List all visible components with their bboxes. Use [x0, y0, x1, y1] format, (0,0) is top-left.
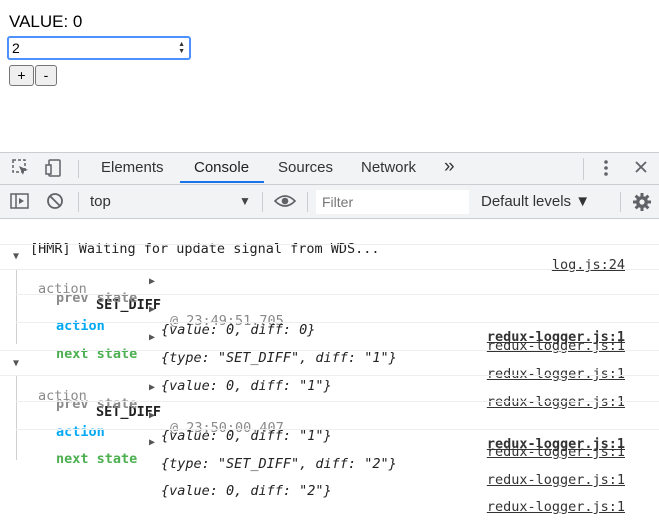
show-sidebar-icon[interactable]	[10, 192, 30, 215]
devtools-panel: Elements Console Sources Network » top ▼…	[0, 152, 659, 515]
clear-console-icon[interactable]	[46, 192, 64, 215]
filter-input[interactable]: Filter	[316, 190, 469, 214]
more-tabs-icon[interactable]: »	[444, 156, 455, 178]
context-select[interactable]: top	[90, 193, 111, 210]
log-row-action: action ▶ {type: "SET_DIFF", diff: "1"} r…	[0, 302, 659, 382]
close-icon[interactable]	[633, 159, 649, 180]
expand-triangle-icon[interactable]: ▶	[149, 332, 155, 343]
log-row-action: action ▶ {type: "SET_DIFF", diff: "2"} r…	[0, 408, 659, 488]
active-tab-indicator	[180, 181, 264, 183]
spinner-arrows-icon[interactable]: ▲ ▼	[178, 41, 185, 55]
decrement-button[interactable]: -	[35, 65, 57, 86]
device-toolbar-icon[interactable]	[44, 158, 64, 183]
log-row-next-state: next state ▶ {value: 0, diff: "1"} redux…	[0, 330, 659, 410]
next-state-value[interactable]: {value: 0, diff: "2"}	[161, 483, 332, 499]
increment-button[interactable]: +	[9, 65, 34, 86]
devtools-tabbar: Elements Console Sources Network »	[0, 153, 659, 185]
expand-triangle-icon[interactable]: ▶	[149, 382, 155, 393]
log-row-prev-state: prev state ▶ {value: 0, diff: "1"} redux…	[0, 380, 659, 460]
next-state-label: next state	[56, 451, 138, 467]
context-dropdown-icon[interactable]: ▼	[239, 194, 251, 208]
expand-triangle-icon[interactable]: ▶	[149, 304, 155, 315]
tab-network[interactable]: Network	[361, 159, 416, 176]
action-value[interactable]: {type: "SET_DIFF", diff: "2"}	[161, 456, 397, 472]
input-value: 2	[12, 40, 20, 56]
live-expression-eye-icon[interactable]	[273, 193, 297, 214]
inspect-element-icon[interactable]	[11, 158, 31, 183]
kebab-menu-icon[interactable]	[598, 158, 614, 183]
diff-number-input[interactable]: 2 ▲ ▼	[8, 37, 190, 59]
tab-sources[interactable]: Sources	[278, 159, 333, 176]
log-row-next-state: next state ▶ {value: 0, diff: "2"} redux…	[0, 435, 659, 515]
expand-triangle-icon[interactable]: ▶	[149, 410, 155, 421]
tab-console[interactable]: Console	[194, 159, 249, 176]
source-link[interactable]: redux-logger.js:1	[487, 499, 625, 515]
value-display: VALUE: 0	[9, 12, 83, 31]
app-area: VALUE: 0 2 ▲ ▼ + -	[0, 0, 659, 152]
console-message: [HMR] Waiting for update signal from WDS…	[0, 225, 659, 273]
console-toolbar: top ▼ Filter Default levels ▼	[0, 185, 659, 219]
collapse-triangle-icon[interactable]: ▼	[13, 358, 19, 369]
settings-gear-icon[interactable]	[632, 192, 652, 217]
tab-elements[interactable]: Elements	[101, 159, 164, 176]
collapse-triangle-icon[interactable]: ▼	[13, 251, 19, 262]
expand-triangle-icon[interactable]: ▶	[149, 276, 155, 287]
expand-triangle-icon[interactable]: ▶	[149, 437, 155, 448]
source-link[interactable]: redux-logger.js:1	[487, 472, 625, 488]
log-group-header[interactable]: ▼ action SET_DIFF @ 23:49:51.705 redux-l…	[0, 249, 659, 345]
log-row-prev-state: prev state ▶ {value: 0, diff: 0} redux-l…	[0, 274, 659, 354]
log-group-header[interactable]: ▼ action SET_DIFF @ 23:50:00.407 redux-l…	[0, 356, 659, 452]
log-levels-dropdown[interactable]: Default levels ▼	[481, 193, 590, 210]
